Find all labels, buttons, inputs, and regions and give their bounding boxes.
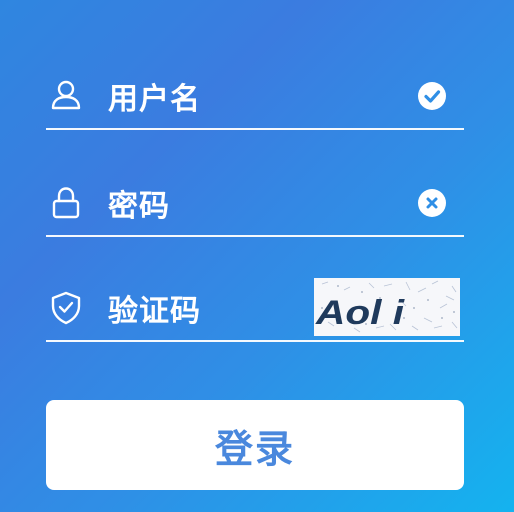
password-field[interactable]: 密码: [46, 185, 464, 237]
login-button[interactable]: 登录: [46, 400, 464, 490]
check-circle-icon: [418, 82, 446, 110]
username-field[interactable]: 用户名: [46, 78, 464, 130]
captcha-placeholder: 验证码: [108, 294, 201, 329]
password-placeholder: 密码: [108, 189, 170, 224]
captcha-image[interactable]: Aol i: [314, 278, 460, 336]
user-icon: [50, 78, 82, 114]
shield-check-icon: [50, 290, 82, 326]
captcha-field[interactable]: 验证码 Aol i: [46, 278, 464, 342]
lock-icon: [50, 185, 82, 221]
username-placeholder: 用户名: [108, 82, 201, 117]
login-button-label: 登录: [214, 426, 295, 471]
captcha-text: Aol i: [315, 294, 406, 332]
clear-circle-icon[interactable]: [418, 189, 446, 217]
